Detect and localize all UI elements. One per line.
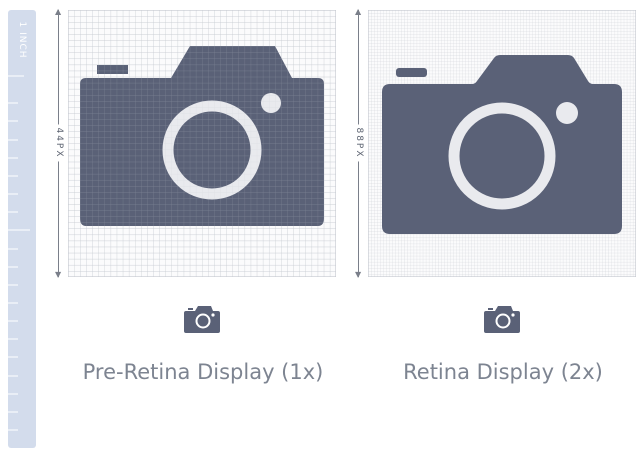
dimension-label-1x: 44PX [53, 124, 65, 162]
camera-icon [483, 305, 521, 333]
ruler-ticks [8, 75, 30, 431]
dimension-2x: ▲ ▼ 88PX [352, 7, 366, 279]
dimension-label-2x: 88PX [353, 124, 365, 162]
dimension-1x: ▲ ▼ 44PX [52, 7, 66, 279]
camera-icon [183, 305, 221, 333]
inch-ruler: 1 INCH [8, 10, 36, 448]
caption-2x: Retina Display (2x) [403, 360, 603, 384]
arrow-up-icon: ▲ [55, 7, 62, 16]
caption-1x: Pre-Retina Display (1x) [82, 360, 324, 384]
arrow-up-icon: ▲ [355, 7, 362, 16]
grid-panel-2x [368, 10, 636, 277]
camera-icon [68, 10, 336, 277]
arrow-down-icon: ▼ [355, 270, 362, 279]
grid-panel-1x [68, 10, 336, 277]
arrow-down-icon: ▼ [55, 270, 62, 279]
camera-icon [368, 10, 636, 277]
